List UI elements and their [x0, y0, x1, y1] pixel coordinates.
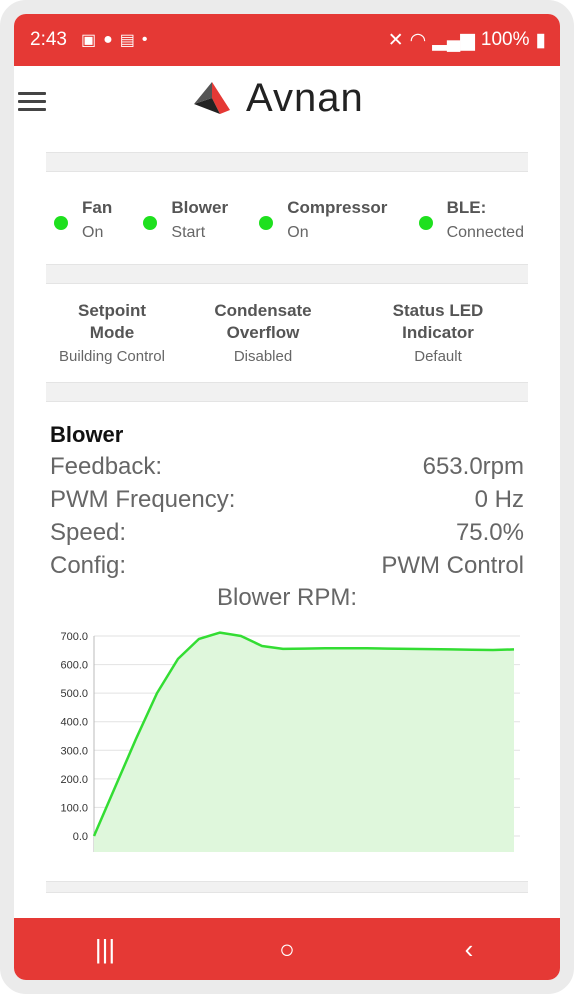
setting-condensate-overflow: Condensate Overflow Disabled — [178, 300, 348, 365]
blower-section-title: Blower — [50, 422, 124, 447]
image-icon: ▣ — [80, 32, 97, 49]
recent-apps-button[interactable]: ||| — [75, 934, 135, 965]
y-tick-label: 500.0 — [60, 688, 88, 700]
back-button[interactable]: ‹ — [439, 934, 499, 965]
row-value: PWM Control — [381, 552, 524, 579]
blower-config-row: Config: PWM Control — [50, 552, 524, 580]
divider — [46, 264, 528, 284]
status-indicator-dot — [259, 216, 274, 230]
blower-rpm-chart: 0.0 100.0 200.0 300.0 400.0 500.0 600.0 700.0 — [46, 626, 528, 871]
home-button[interactable]: ○ — [257, 934, 317, 965]
status-blower: Blower Start — [143, 198, 228, 242]
status-value: On — [82, 224, 104, 241]
blower-speed-row: Speed: 75.0% — [50, 519, 524, 547]
blower-feedback-row: Feedback: 653.0rpm — [50, 453, 524, 481]
setting-name: Status LED Indicator — [392, 301, 484, 342]
system-nav-bar: ||| ○ ‹ — [14, 918, 560, 980]
setting-status-led: Status LED Indicator Default — [348, 300, 528, 365]
row-label: PWM Frequency: — [50, 486, 236, 513]
battery-icon: ▮ — [535, 29, 546, 51]
y-tick-label: 200.0 — [60, 774, 88, 786]
row-label: Feedback: — [50, 453, 163, 480]
logo-text: Avnan — [246, 76, 364, 120]
status-value: Start — [171, 224, 206, 241]
blower-rpm-chart-title: Blower RPM: — [216, 584, 358, 611]
y-tick-label: 0.0 — [73, 831, 88, 843]
status-value: Connected — [446, 224, 524, 241]
y-tick-label: 700.0 — [60, 631, 88, 643]
logo-mark-icon — [194, 81, 230, 114]
status-indicator-dot — [54, 216, 68, 230]
blower-pwm-frequency-row: PWM Frequency: 0 Hz — [50, 486, 524, 514]
rpm-chart-svg: 0.0 100.0 200.0 300.0 400.0 500.0 600.0 700.0 — [60, 631, 520, 852]
status-row: Fan On Blower Start Compressor On BLE: Conne… — [46, 172, 528, 264]
app-bar: Avnan — [14, 66, 560, 146]
status-name: BLE: — [446, 198, 487, 217]
row-label: Config: — [50, 552, 127, 579]
avnan-logo: Avnan — [192, 76, 364, 121]
hamburger-icon[interactable] — [18, 92, 46, 114]
mute-icon: ✕ — [387, 29, 404, 51]
calendar-icon: ▤ — [119, 32, 135, 49]
dot-icon: • — [141, 31, 148, 48]
status-indicator-dot — [418, 216, 433, 230]
setting-value: Building Control — [59, 348, 165, 365]
status-indicator-dot — [143, 216, 158, 230]
battery-percent: 100% — [480, 29, 530, 50]
setting-name: Setpoint Mode — [78, 301, 146, 342]
y-tick-label: 600.0 — [60, 660, 88, 672]
setting-name: Condensate Overflow — [214, 301, 312, 342]
main-content: Fan On Blower Start Compressor On BLE: Conne… — [46, 152, 528, 893]
y-tick-label: 400.0 — [60, 717, 88, 729]
rpm-area-fill — [94, 632, 514, 852]
y-tick-label: 100.0 — [60, 802, 88, 814]
status-name: Blower — [171, 198, 229, 217]
setting-value: Disabled — [233, 348, 293, 365]
signal-icon: ▂▄▆ — [432, 29, 475, 51]
status-ble: BLE: Connected — [418, 198, 524, 242]
bulb-icon: ● — [103, 31, 113, 48]
row-value: 653.0rpm — [422, 453, 524, 480]
row-value: 75.0% — [455, 519, 524, 546]
setting-setpoint-mode: Setpoint Mode Building Control — [46, 300, 178, 365]
clock: 2:43 — [30, 29, 67, 50]
divider — [46, 881, 528, 893]
divider — [46, 382, 528, 402]
settings-row: Setpoint Mode Building Control Condensat… — [46, 284, 528, 382]
wifi-icon: ◠ — [409, 29, 427, 51]
status-value: On — [287, 224, 309, 241]
row-label: Speed: — [50, 519, 127, 546]
phone-frame: 2:43 ▣ ● ▤ • ✕ ◠ ▂▄▆ 100% ▮ Avnan Fan On… — [0, 0, 574, 994]
status-compressor: Compressor On — [259, 198, 387, 242]
status-name: Compressor — [287, 198, 388, 217]
status-bar: 2:43 ▣ ● ▤ • ✕ ◠ ▂▄▆ 100% ▮ — [14, 14, 560, 66]
row-value: 0 Hz — [474, 486, 524, 513]
setting-value: Default — [414, 348, 462, 365]
divider — [46, 152, 528, 172]
y-tick-label: 300.0 — [60, 745, 88, 757]
status-name: Fan — [82, 198, 113, 217]
status-fan: Fan On — [54, 198, 112, 242]
